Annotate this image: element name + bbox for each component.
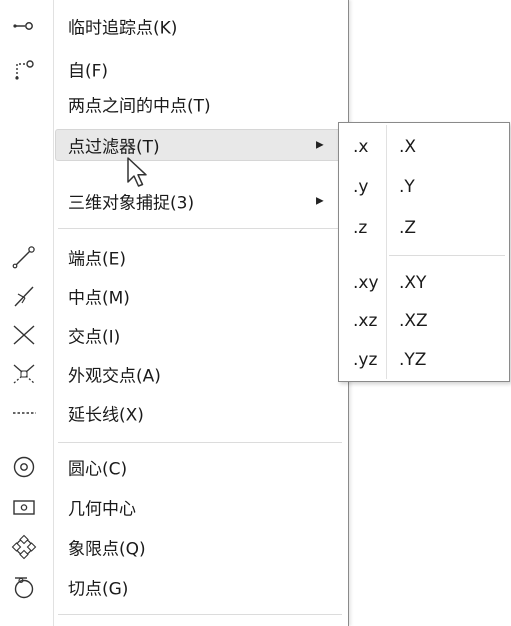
menu-item-label: 延长线(X) (68, 405, 144, 426)
tangent-icon (14, 577, 34, 599)
submenu-item-z[interactable]: .z .Z (339, 209, 509, 247)
menu-item-from[interactable]: 自(F) (0, 52, 348, 86)
midpoint-icon (14, 286, 34, 307)
menu-item-midpoint[interactable]: 中点(M) (0, 279, 348, 313)
submenu-item-x[interactable]: .x .X (339, 128, 509, 166)
menu-item-label: 圆心(C) (68, 459, 128, 480)
quadrant-icon (11, 534, 37, 560)
menu-item-3d-osnap[interactable]: 三维对象捕捉(3) ▶ (0, 184, 348, 218)
menu-item-intersection[interactable]: 交点(I) (0, 318, 348, 352)
geometric-center-icon (13, 500, 35, 515)
menu-item-endpoint[interactable]: 端点(E) (0, 240, 348, 274)
menu-separator (58, 228, 342, 229)
object-snap-context-menu: 临时追踪点(K) 自(F) 两点之间的中点(T) 点过滤器(T) ▶ 三维对象捕… (0, 0, 349, 626)
intersection-icon (13, 325, 35, 345)
submenu-item-uppercase: .Z (399, 218, 417, 238)
submenu-item-uppercase: .Y (399, 177, 415, 197)
menu-item-label: 切点(G) (68, 579, 129, 600)
menu-item-mid-between-points[interactable]: 两点之间的中点(T) (0, 87, 348, 121)
submenu-item-yz[interactable]: .yz .YZ (339, 341, 509, 379)
menu-item-label: 三维对象捕捉(3) (68, 193, 195, 214)
menu-item-apparent-intersection[interactable]: 外观交点(A) (0, 357, 348, 391)
mouse-pointer-icon (127, 157, 147, 187)
submenu-item-lowercase: .y (353, 177, 369, 197)
menu-item-label: 端点(E) (68, 249, 127, 270)
menu-item-label: 象限点(Q) (68, 539, 146, 560)
from-icon (15, 60, 34, 80)
extension-icon (13, 412, 36, 414)
menu-item-extension[interactable]: 延长线(X) (0, 396, 348, 430)
menu-item-temp-track-point[interactable]: 临时追踪点(K) (0, 9, 348, 43)
submenu-arrow-icon: ▶ (316, 139, 324, 151)
menu-item-point-filters[interactable]: 点过滤器(T) ▶ (0, 128, 348, 162)
menu-item-geometric-center[interactable]: 几何中心 (0, 490, 348, 524)
submenu-item-xy[interactable]: .xy .XY (339, 264, 509, 302)
submenu-item-lowercase: .xy (353, 273, 379, 293)
page: 临时追踪点(K) 自(F) 两点之间的中点(T) 点过滤器(T) ▶ 三维对象捕… (0, 0, 511, 626)
point-filters-submenu: .x .X .y .Y .z .Z .xy .XY .xz .XZ .yz .Y… (338, 122, 510, 382)
menu-separator (58, 614, 342, 615)
submenu-item-lowercase: .z (353, 218, 368, 238)
endpoint-icon (12, 246, 35, 269)
submenu-arrow-icon: ▶ (316, 195, 324, 207)
submenu-item-y[interactable]: .y .Y (339, 168, 509, 206)
menu-item-label: 外观交点(A) (68, 366, 161, 387)
submenu-item-lowercase: .xz (353, 311, 378, 331)
menu-item-label: 两点之间的中点(T) (68, 96, 211, 117)
menu-item-label: 中点(M) (68, 288, 130, 309)
menu-item-center[interactable]: 圆心(C) (0, 450, 348, 484)
menu-separator (58, 442, 342, 443)
submenu-item-xz[interactable]: .xz .XZ (339, 302, 509, 340)
submenu-item-uppercase: .XY (399, 273, 427, 293)
submenu-separator (389, 255, 505, 256)
center-icon (13, 456, 35, 478)
menu-item-quadrant[interactable]: 象限点(Q) (0, 530, 348, 564)
submenu-item-uppercase: .YZ (399, 350, 427, 370)
apparent-intersection-icon (13, 364, 35, 384)
submenu-item-lowercase: .x (353, 137, 369, 157)
menu-item-label: 自(F) (68, 61, 109, 82)
submenu-item-uppercase: .X (399, 137, 417, 157)
menu-item-label: 交点(I) (68, 327, 121, 348)
menu-item-label: 几何中心 (68, 499, 136, 520)
submenu-item-uppercase: .XZ (399, 311, 428, 331)
temp-track-point-icon (13, 22, 33, 30)
menu-item-label: 临时追踪点(K) (68, 18, 178, 39)
menu-item-label: 点过滤器(T) (68, 137, 160, 158)
submenu-item-lowercase: .yz (353, 350, 378, 370)
menu-item-tangent[interactable]: 切点(G) (0, 570, 348, 604)
